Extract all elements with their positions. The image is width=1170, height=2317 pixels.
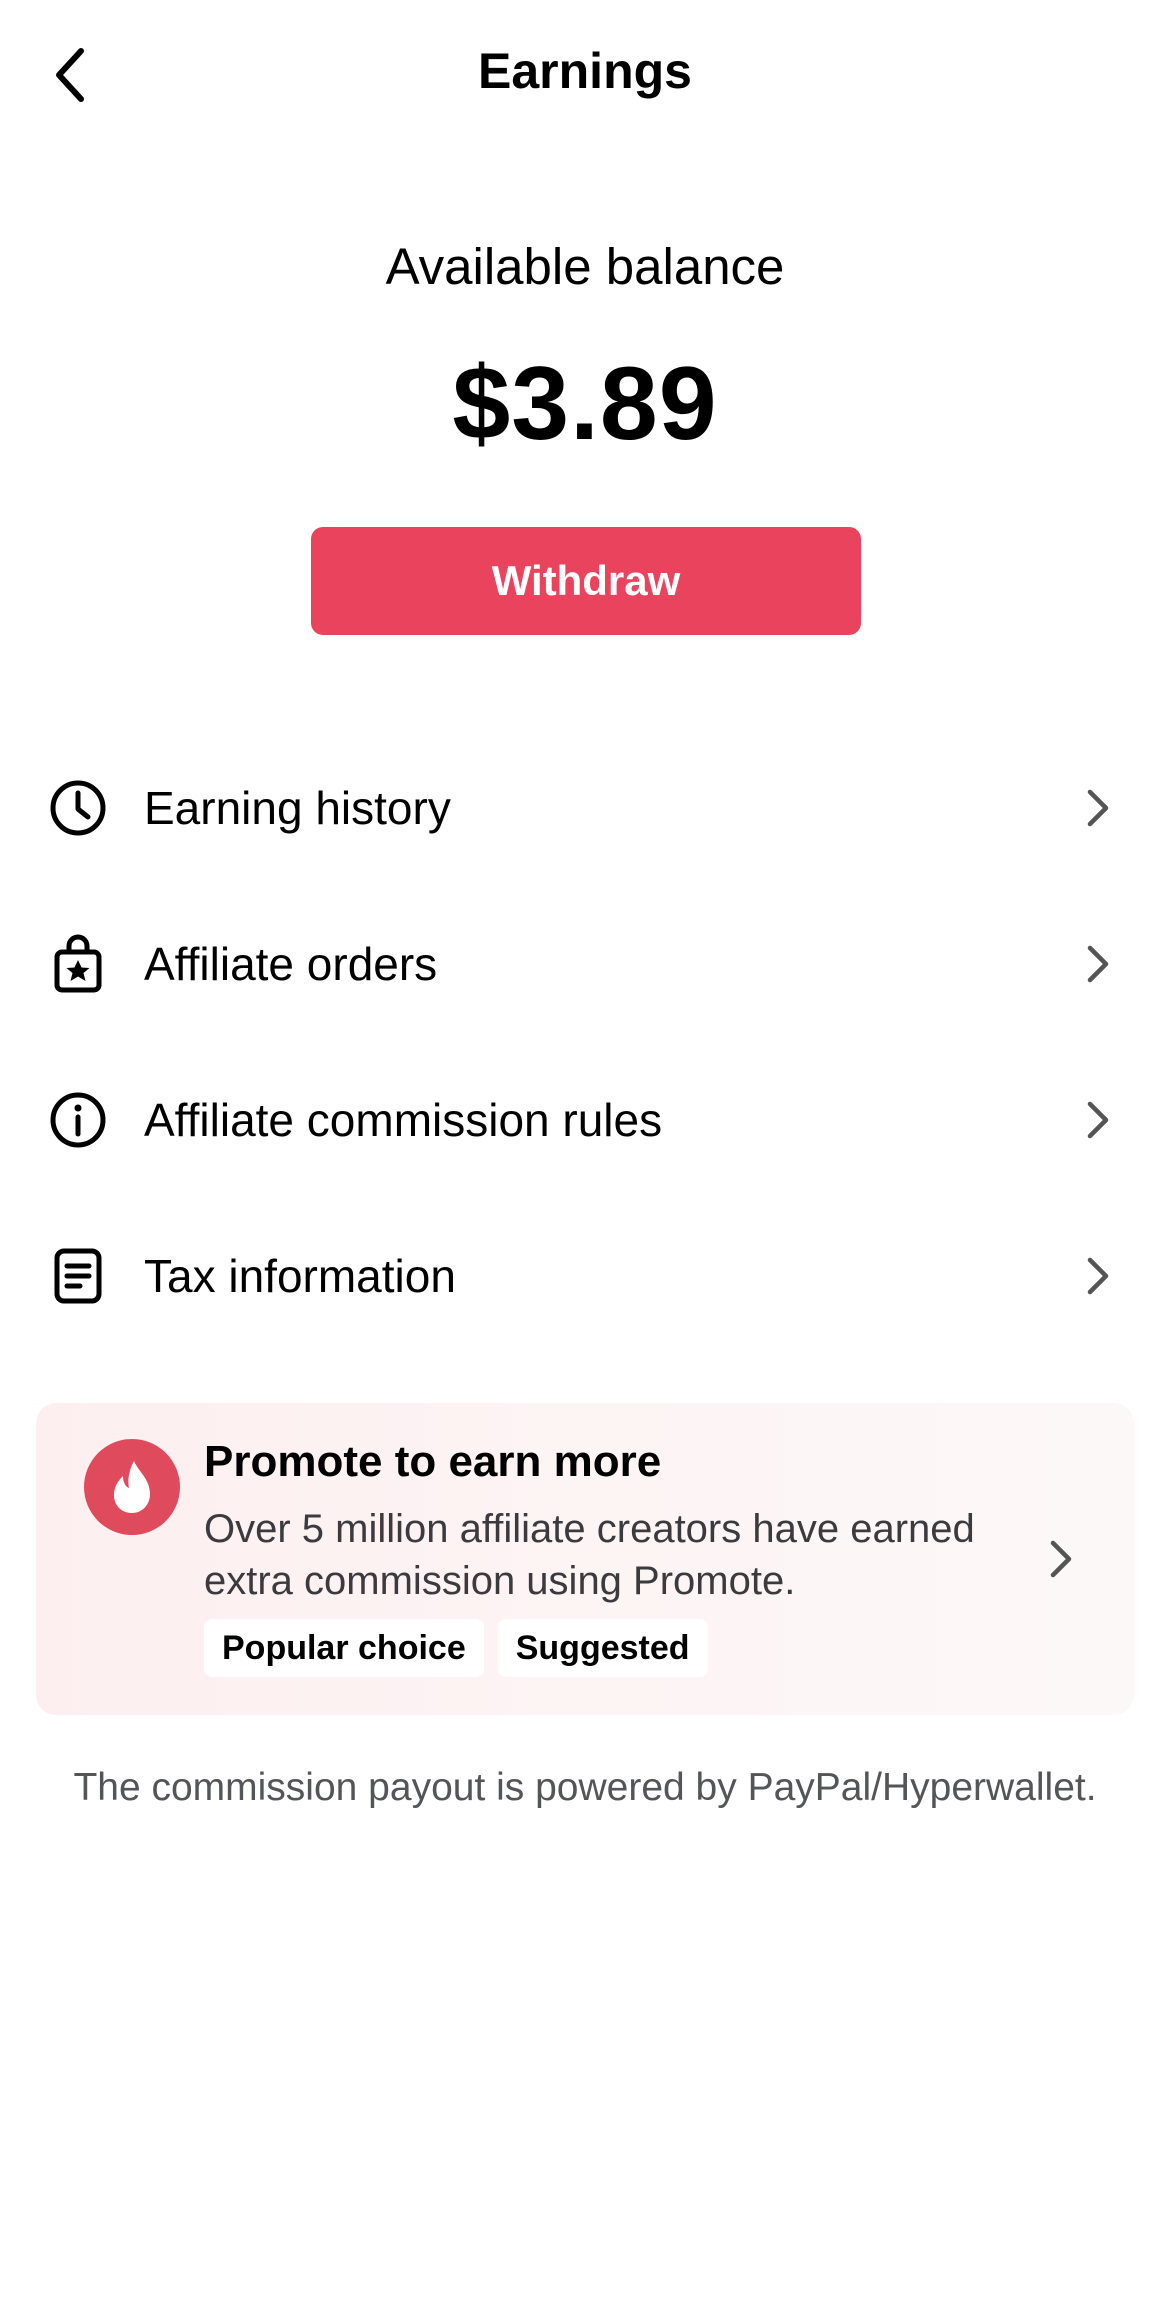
menu-item-label: Tax information: [144, 1250, 456, 1302]
menu-item-tax-information[interactable]: Tax information: [0, 1198, 1170, 1354]
menu-item-commission-rules[interactable]: Affiliate commission rules: [0, 1042, 1170, 1198]
promote-card[interactable]: Promote to earn more Over 5 million affi…: [36, 1403, 1134, 1715]
document-icon: [48, 1246, 108, 1306]
info-circle-icon: [48, 1090, 108, 1150]
clock-icon: [48, 778, 108, 838]
menu-item-label: Affiliate commission rules: [144, 1094, 663, 1146]
shopping-bag-star-icon: [48, 934, 108, 994]
menu-item-label: Earning history: [144, 782, 451, 834]
promote-title: Promote to earn more: [204, 1437, 662, 1486]
payout-provider-note: The commission payout is powered by PayP…: [73, 1766, 1097, 1809]
header: Earnings: [0, 0, 1170, 150]
menu-item-label: Affiliate orders: [144, 938, 438, 990]
chevron-right-icon: [1083, 1100, 1113, 1140]
tag-popular-choice: Popular choice: [204, 1619, 484, 1677]
balance-label: Available balance: [385, 238, 785, 295]
earnings-screen: Earnings Available balance $3.89 Withdra…: [0, 0, 1170, 2317]
menu-item-affiliate-orders[interactable]: Affiliate orders: [0, 886, 1170, 1042]
page-title: Earnings: [478, 43, 692, 99]
flame-icon: [84, 1439, 180, 1535]
promote-tags: Popular choice Suggested: [204, 1619, 708, 1677]
balance-amount: $3.89: [452, 346, 718, 462]
earnings-menu: Earning history Affiliate orders Affilia…: [0, 730, 1170, 1354]
chevron-right-icon: [1083, 788, 1113, 828]
menu-item-earning-history[interactable]: Earning history: [0, 730, 1170, 886]
tag-suggested: Suggested: [497, 1619, 708, 1677]
withdraw-button[interactable]: Withdraw: [311, 527, 861, 635]
chevron-right-icon: [1083, 944, 1113, 984]
chevron-right-icon: [1083, 1256, 1113, 1296]
promote-description: Over 5 million affiliate creators have e…: [204, 1507, 975, 1603]
chevron-right-icon: [1046, 1539, 1076, 1579]
